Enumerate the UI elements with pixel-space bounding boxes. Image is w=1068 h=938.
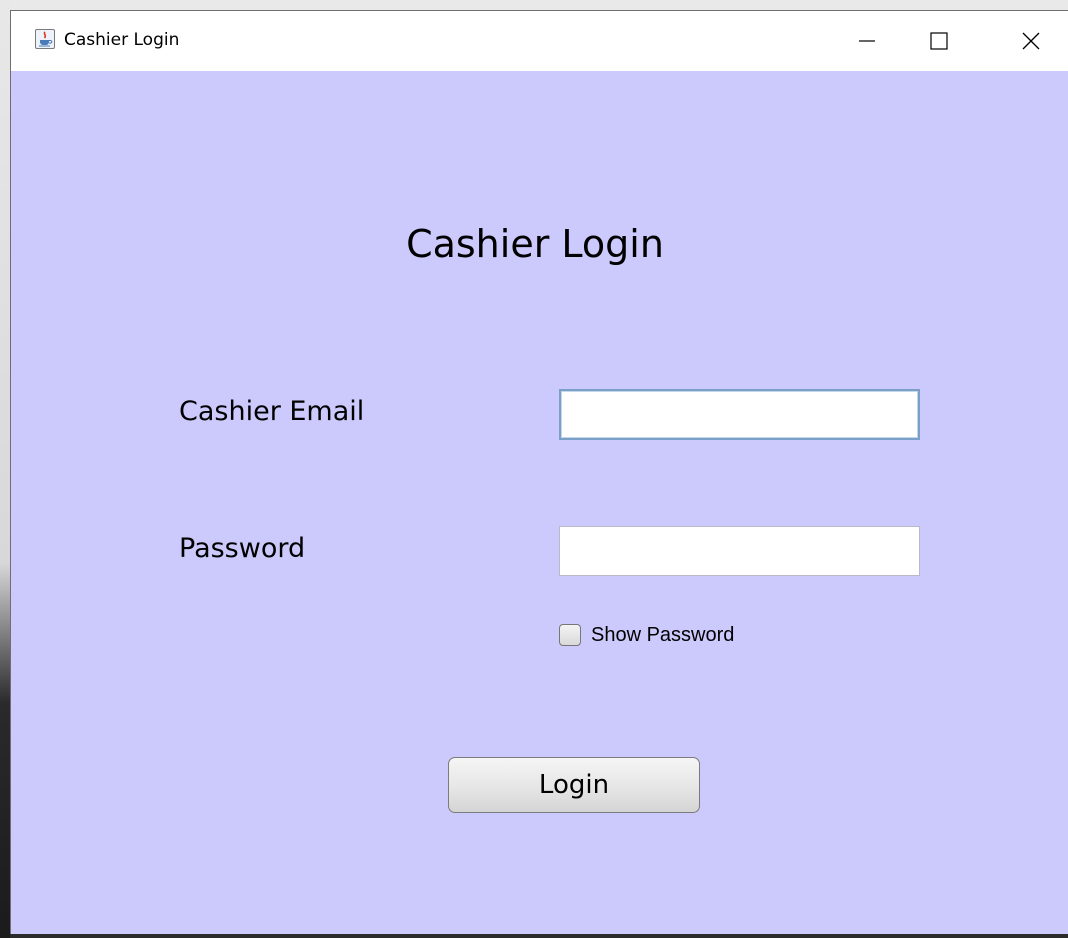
close-icon: [1022, 32, 1040, 50]
close-button[interactable]: [995, 11, 1067, 71]
maximize-icon: [930, 32, 948, 50]
login-button[interactable]: Login: [448, 757, 700, 813]
minimize-button[interactable]: [831, 11, 903, 71]
page-title: Cashier Login: [406, 222, 664, 266]
desktop-left-edge: [0, 0, 10, 938]
email-field[interactable]: [559, 389, 920, 440]
show-password-checkbox[interactable]: [559, 624, 581, 646]
title-bar[interactable]: Cashier Login: [11, 11, 1068, 71]
java-app-icon[interactable]: [35, 29, 55, 49]
desktop-top-edge: [0, 0, 1068, 10]
show-password-label[interactable]: Show Password: [591, 622, 734, 648]
maximize-button[interactable]: [903, 11, 975, 71]
password-label: Password: [179, 533, 306, 564]
password-field[interactable]: [559, 526, 920, 576]
cashier-login-window: Cashier Login Cashier Login Cashier Emai…: [10, 10, 1068, 934]
show-password-toggle[interactable]: Show Password: [559, 622, 734, 648]
window-title: Cashier Login: [64, 30, 180, 50]
minimize-icon: [859, 40, 875, 42]
email-label: Cashier Email: [179, 396, 365, 427]
